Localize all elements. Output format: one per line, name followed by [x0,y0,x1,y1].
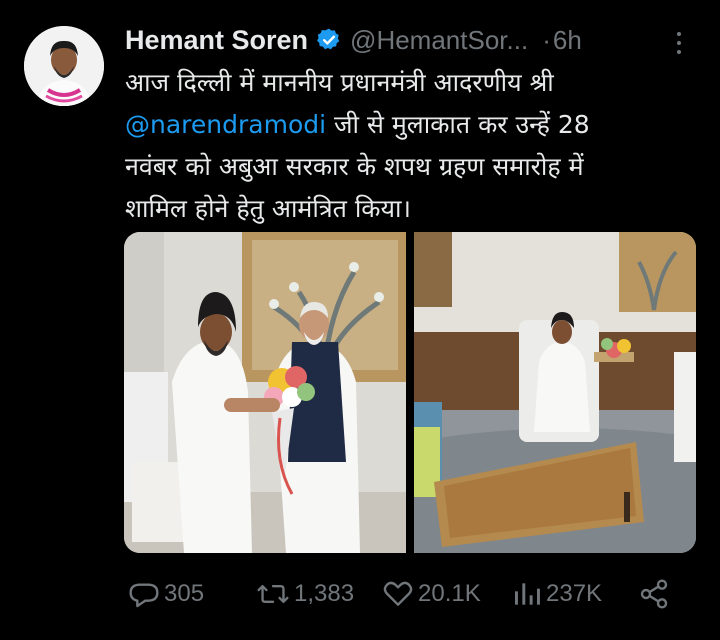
tweet-timestamp[interactable]: 6h [553,25,582,56]
tweet-text-line: शामिल होने हेतु आमंत्रित किया। [125,194,411,223]
author-handle[interactable]: @HemantSor... [350,25,528,56]
tweet-text-line: आज दिल्ली में माननीय प्रधानमंत्री आदरणीय… [125,68,554,97]
media-photo-2[interactable] [414,232,696,553]
media-grid [124,232,696,553]
heart-icon [383,581,413,606]
reply-button[interactable]: 305 [128,576,204,612]
share-button[interactable] [638,576,670,612]
photo-meeting-seated [414,232,696,553]
share-icon [640,579,668,609]
mention-link[interactable]: @narendramodi [125,110,326,139]
repost-icon [257,584,289,604]
tweet-text-line: @narendramodi जी से मुलाकात कर उन्हें 28 [125,104,705,146]
verified-badge-icon [317,28,340,50]
author-avatar[interactable] [24,26,104,106]
tweet-text: आज दिल्ली में माननीय प्रधानमंत्री आदरणीय… [125,62,705,230]
views-button[interactable]: 237K [512,576,602,612]
photo-meeting-handshake [124,232,406,553]
header-separator: · [542,24,551,55]
media-photo-1[interactable] [124,232,406,553]
views-chart-icon [515,583,540,605]
tweet-actions: 305 1,383 20.1K 237K [0,576,720,612]
reply-icon [129,583,159,608]
tweet-text-line: नवंबर को अबुआ सरकार के शपथ ग्रहण समारोह … [125,152,584,181]
tweet-text-segment: जी से मुलाकात कर उन्हें 28 [326,110,590,139]
author-name[interactable]: Hemant Soren [125,25,308,56]
repost-button[interactable]: 1,383 [256,576,354,612]
avatar-image [24,26,104,106]
like-button[interactable]: 20.1K [382,576,481,612]
more-options-icon[interactable] [671,30,687,56]
view-count: 237K [546,580,603,607]
tweet-header: Hemant Soren @HemantSor... · 6h [125,22,582,58]
like-count: 20.1K [418,580,481,607]
repost-count: 1,383 [294,580,355,607]
reply-count: 305 [164,580,205,607]
